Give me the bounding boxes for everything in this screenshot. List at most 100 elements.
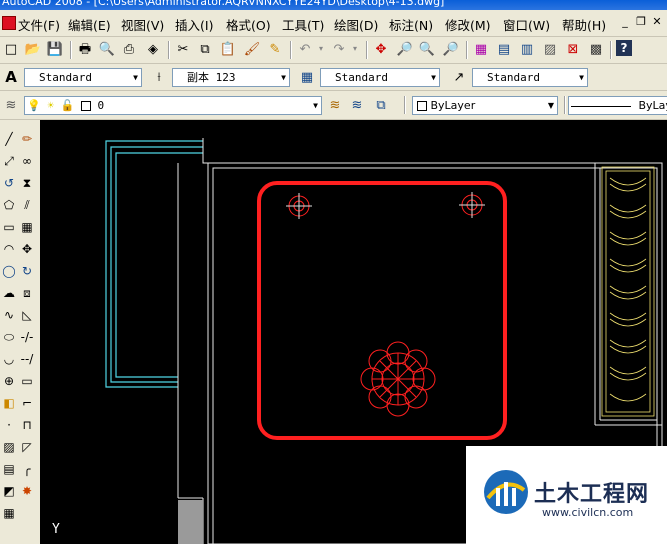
chevron-down-icon: ▼	[313, 101, 318, 110]
menu-window[interactable]: 窗口(W)	[503, 15, 550, 34]
construction-line-icon[interactable]: ⤢	[0, 152, 18, 170]
flower-pattern	[360, 341, 436, 417]
menu-dimension[interactable]: 标注(N)	[389, 15, 433, 34]
layer-previous-icon[interactable]: ≋	[348, 96, 366, 114]
chamfer-icon[interactable]: ◸	[18, 438, 36, 456]
design-center-icon[interactable]: ▤	[495, 40, 513, 58]
markup-icon[interactable]: ⊠	[564, 40, 582, 58]
publish-icon[interactable]: ⎙	[120, 40, 138, 58]
zoom-window-icon[interactable]: 🔍	[418, 40, 436, 58]
point-icon[interactable]: ·	[0, 416, 18, 434]
open-icon[interactable]: 📂	[24, 40, 42, 58]
menu-view[interactable]: 视图(V)	[121, 15, 164, 34]
watermark-logo: 土木工程网 www.civilcn.com	[466, 446, 667, 544]
pan-icon[interactable]: ✥	[372, 40, 390, 58]
table-icon[interactable]: ▦	[0, 504, 18, 522]
3d-dwf-icon[interactable]: ◈	[144, 40, 162, 58]
gradient-icon[interactable]: ▤	[0, 460, 18, 478]
window-title-bar: AutoCAD 2008 - [C:\Users\Administrator.A…	[0, 0, 667, 10]
table-style-icon[interactable]: ▦	[298, 68, 316, 86]
paste-icon[interactable]: 📋	[219, 40, 237, 58]
menu-insert[interactable]: 插入(I)	[175, 15, 213, 34]
break-at-point-icon[interactable]: ▭	[18, 372, 36, 390]
new-icon[interactable]: □	[2, 40, 20, 58]
polygon-icon[interactable]: ⬠	[0, 196, 18, 214]
multileader-style-select[interactable]: Standard ▼	[472, 68, 588, 87]
break-icon[interactable]: ⌐	[18, 394, 36, 412]
mirror-icon[interactable]: ⧗	[18, 174, 36, 192]
region-icon[interactable]: ◩	[0, 482, 18, 500]
menu-tools[interactable]: 工具(T)	[282, 15, 324, 34]
stretch-icon[interactable]: ◺	[18, 306, 36, 324]
sheet-set-icon[interactable]: ▨	[541, 40, 559, 58]
close-icon[interactable]: ✕	[652, 16, 662, 28]
line-icon[interactable]: ╱	[0, 130, 18, 148]
move-icon[interactable]: ✥	[18, 240, 36, 258]
layer-state-icon[interactable]: ⧉	[372, 96, 390, 114]
print-preview-icon[interactable]: 🔍	[98, 40, 116, 58]
polyline-icon[interactable]: ↺	[0, 174, 18, 192]
layer-select[interactable]: 💡 ☀ 🔓 0 ▼	[24, 96, 322, 115]
explode-icon[interactable]: ✸	[18, 482, 36, 500]
menu-format[interactable]: 格式(O)	[226, 15, 271, 34]
make-current-layer-icon[interactable]: ≋	[326, 96, 344, 114]
menu-bar: 文件(F) 编辑(E) 视图(V) 插入(I) 格式(O) 工具(T) 绘图(D…	[0, 10, 667, 37]
multileader-style-icon[interactable]: ↗	[450, 68, 468, 86]
copy-object-icon[interactable]: ∞	[18, 152, 36, 170]
menu-help[interactable]: 帮助(H)	[562, 15, 606, 34]
spline-icon[interactable]: ∿	[0, 306, 18, 324]
menu-draw[interactable]: 绘图(D)	[334, 15, 378, 34]
minimize-icon[interactable]: _	[620, 16, 630, 28]
save-icon[interactable]: 💾	[46, 40, 64, 58]
menu-modify[interactable]: 修改(M)	[445, 15, 491, 34]
array-icon[interactable]: ▦	[18, 218, 36, 236]
dimension-style-select[interactable]: 副本 123 ▼	[172, 68, 290, 87]
undo-dropdown-icon[interactable]: ▾	[312, 40, 330, 58]
revision-cloud-icon[interactable]: ☁	[0, 284, 18, 302]
draw-modify-toolbars: ╱ ✏ ⤢ ∞ ↺ ⧗ ⬠ ⫽ ▭ ▦ ◠ ✥ ◯ ↻ ☁ ⧈ ∿ ◺ ⬭ -/…	[0, 120, 41, 544]
text-style-select[interactable]: Standard ▼	[24, 68, 142, 87]
arc-icon[interactable]: ◠	[0, 240, 18, 258]
redo-dropdown-icon[interactable]: ▾	[346, 40, 364, 58]
detail-panel	[601, 166, 655, 417]
join-icon[interactable]: ⊓	[18, 416, 36, 434]
ellipse-icon[interactable]: ⬭	[0, 328, 18, 346]
menu-edit[interactable]: 编辑(E)	[68, 15, 111, 34]
block-editor-icon[interactable]: ✎	[266, 40, 284, 58]
offset-icon[interactable]: ⫽	[18, 196, 36, 214]
app-icon[interactable]	[2, 16, 16, 30]
rectangle-icon[interactable]: ▭	[0, 218, 18, 236]
zoom-previous-icon[interactable]: 🔎	[442, 40, 460, 58]
make-block-icon[interactable]: ◧	[0, 394, 18, 412]
match-properties-icon[interactable]: 🖌	[243, 40, 261, 58]
properties-icon[interactable]: ▦	[472, 40, 490, 58]
zoom-realtime-icon[interactable]: 🔎	[396, 40, 414, 58]
rotate-icon[interactable]: ↻	[18, 262, 36, 280]
extend-icon[interactable]: --/	[18, 350, 36, 368]
restore-icon[interactable]: ❐	[636, 16, 646, 28]
trim-icon[interactable]: -/-	[18, 328, 36, 346]
cut-icon[interactable]: ✂	[174, 40, 192, 58]
copy-icon[interactable]: ⧉	[196, 40, 214, 58]
layer-manager-icon[interactable]: ≋	[2, 96, 20, 114]
erase-icon[interactable]: ✏	[18, 130, 36, 148]
color-swatch-icon	[80, 101, 91, 111]
linetype-select[interactable]: ByLay	[568, 96, 667, 115]
text-style-icon[interactable]: A	[2, 68, 20, 86]
table-style-select[interactable]: Standard ▼	[320, 68, 440, 87]
print-icon[interactable]: 🖶	[76, 40, 94, 58]
insert-block-icon[interactable]: ⊕	[0, 372, 18, 390]
dimension-style-icon[interactable]: ⟊	[150, 68, 168, 86]
tool-palettes-icon[interactable]: ▥	[518, 40, 536, 58]
circle-icon[interactable]: ◯	[0, 262, 18, 280]
fillet-icon[interactable]: ╭	[18, 460, 36, 478]
ellipse-arc-icon[interactable]: ◡	[0, 350, 18, 368]
calculator-icon[interactable]: ▩	[587, 40, 605, 58]
scale-icon[interactable]: ⧈	[18, 284, 36, 302]
help-icon[interactable]: ?	[616, 40, 632, 56]
menu-file[interactable]: 文件(F)	[18, 15, 60, 34]
lightbulb-icon: 💡	[27, 99, 41, 112]
window-title: AutoCAD 2008 - [C:\Users\Administrator.A…	[2, 0, 445, 8]
hatch-icon[interactable]: ▨	[0, 438, 18, 456]
color-select[interactable]: ByLayer ▼	[412, 96, 558, 115]
